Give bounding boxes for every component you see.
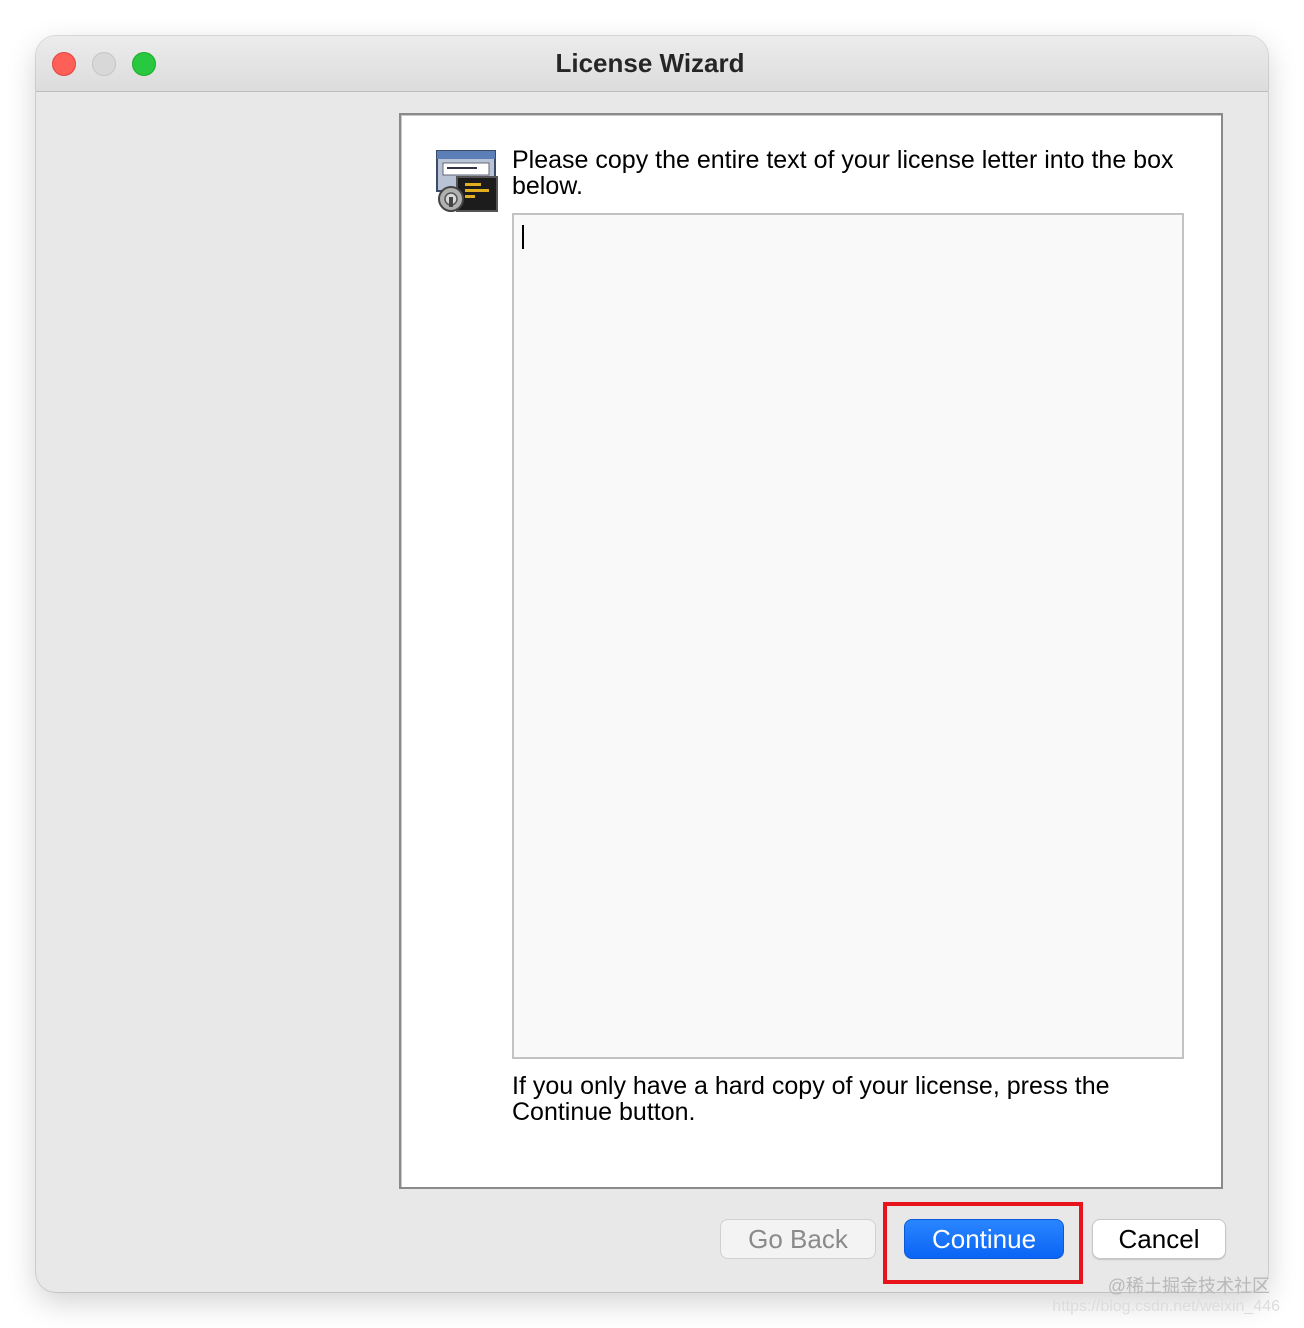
instruction-text: Please copy the entire text of your lice… — [512, 146, 1174, 200]
license-text-input[interactable] — [512, 213, 1184, 1059]
hard-copy-note: If you only have a hard copy of your lic… — [512, 1072, 1110, 1126]
license-certificate-icon — [436, 150, 498, 212]
title-bar[interactable]: License Wizard — [36, 36, 1268, 92]
watermark-text: @稀土掘金技术社区 — [1107, 1276, 1270, 1296]
wizard-content-panel: Please copy the entire text of your lice… — [399, 113, 1223, 1189]
cancel-button[interactable]: Cancel — [1092, 1219, 1226, 1259]
license-wizard-window: License Wizard Please copy the entire te… — [36, 36, 1268, 1292]
window-title: License Wizard — [555, 48, 745, 78]
go-back-button[interactable]: Go Back — [720, 1219, 876, 1259]
watermark-url: https://blog.csdn.net/weixin_446 — [1052, 1298, 1280, 1315]
text-caret — [522, 225, 524, 249]
continue-highlight-box — [883, 1202, 1083, 1284]
